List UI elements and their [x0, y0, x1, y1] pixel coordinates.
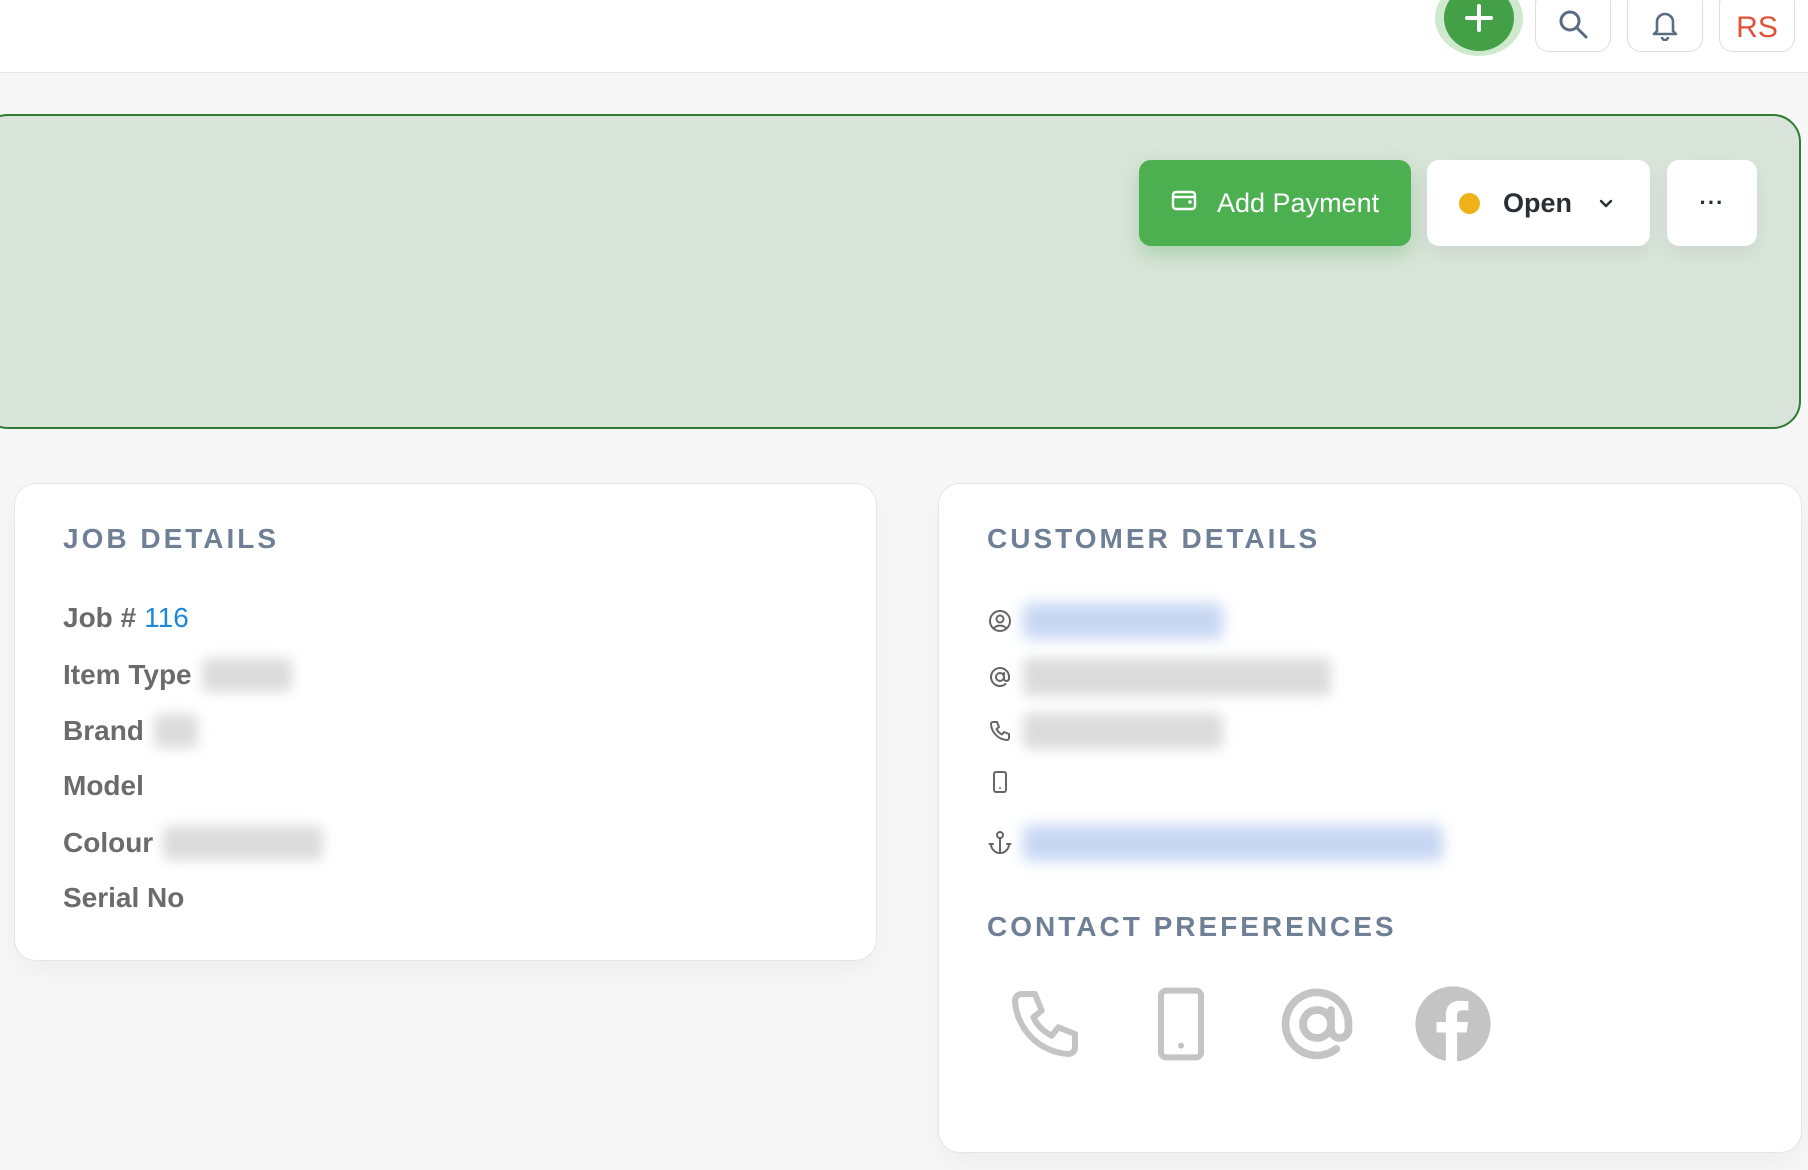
- job-number-link[interactable]: 116: [144, 602, 189, 634]
- model-label: Model: [63, 770, 144, 801]
- job-number-row: Job # 116: [63, 602, 189, 634]
- brand-label: Brand: [63, 715, 144, 746]
- top-bar: RS: [0, 0, 1808, 73]
- facebook-icon[interactable]: [1411, 982, 1495, 1066]
- colour-row: Colour: [63, 826, 324, 860]
- at-icon: [987, 664, 1013, 690]
- item-type-row: Item Type: [63, 658, 292, 692]
- colour-label: Colour: [63, 827, 154, 858]
- at-icon[interactable]: [1275, 982, 1359, 1066]
- more-options-button[interactable]: ···: [1667, 160, 1757, 246]
- user-circle-icon: [987, 608, 1013, 634]
- customer-mobile-row: [987, 769, 1013, 795]
- job-number-label: Job #: [63, 602, 137, 633]
- job-details-title: JOB DETAILS: [63, 523, 280, 554]
- colour-value-redacted: [163, 826, 324, 860]
- add-payment-button[interactable]: Add Payment: [1139, 160, 1411, 246]
- avatar-initials: RS: [1736, 11, 1778, 44]
- notifications-button[interactable]: [1627, 0, 1703, 52]
- customer-name-row: [987, 603, 1223, 639]
- mobile-icon[interactable]: [1139, 982, 1223, 1066]
- user-avatar-button[interactable]: RS: [1719, 0, 1795, 52]
- status-label: Open: [1503, 187, 1573, 218]
- phone-icon: [987, 718, 1013, 744]
- brand-value-redacted: [153, 714, 198, 748]
- job-details-card: JOB DETAILS Job # 116 Item Type Brand Mo…: [14, 483, 877, 961]
- serial-label: Serial No: [63, 882, 185, 913]
- chevron-down-icon: [1598, 190, 1614, 216]
- anchor-icon: [987, 830, 1013, 856]
- customer-email-row: [987, 658, 1331, 696]
- status-dropdown[interactable]: Open: [1427, 160, 1650, 246]
- wallet-icon: [1171, 188, 1197, 219]
- customer-phone-row: [987, 713, 1223, 749]
- contact-preferences-icons: [1003, 982, 1495, 1066]
- customer-address-row: [987, 825, 1443, 861]
- item-type-value-redacted: [201, 658, 292, 692]
- status-dot: [1459, 192, 1480, 214]
- serial-row: Serial No: [63, 882, 184, 914]
- search-icon: [1556, 7, 1590, 46]
- item-type-label: Item Type: [63, 659, 192, 690]
- mobile-icon: [987, 769, 1013, 795]
- search-button[interactable]: [1535, 0, 1611, 52]
- brand-row: Brand: [63, 714, 198, 748]
- contact-preferences-title: CONTACT PREFERENCES: [987, 911, 1397, 942]
- customer-details-card: CUSTOMER DETAILS CONTACT PREFERENCES: [938, 483, 1802, 1153]
- model-row: Model: [63, 770, 144, 802]
- plus-icon: [1444, 0, 1514, 51]
- phone-icon[interactable]: [1003, 982, 1087, 1066]
- customer-address-redacted[interactable]: [1023, 825, 1443, 861]
- add-payment-label: Add Payment: [1217, 187, 1380, 218]
- customer-name-redacted[interactable]: [1023, 603, 1223, 639]
- customer-details-title: CUSTOMER DETAILS: [987, 523, 1321, 554]
- quick-add-button[interactable]: [1435, 0, 1523, 56]
- ellipsis-icon: ···: [1699, 190, 1725, 215]
- customer-phone-redacted[interactable]: [1023, 713, 1223, 749]
- customer-email-redacted[interactable]: [1023, 658, 1331, 696]
- bell-icon: [1649, 7, 1681, 46]
